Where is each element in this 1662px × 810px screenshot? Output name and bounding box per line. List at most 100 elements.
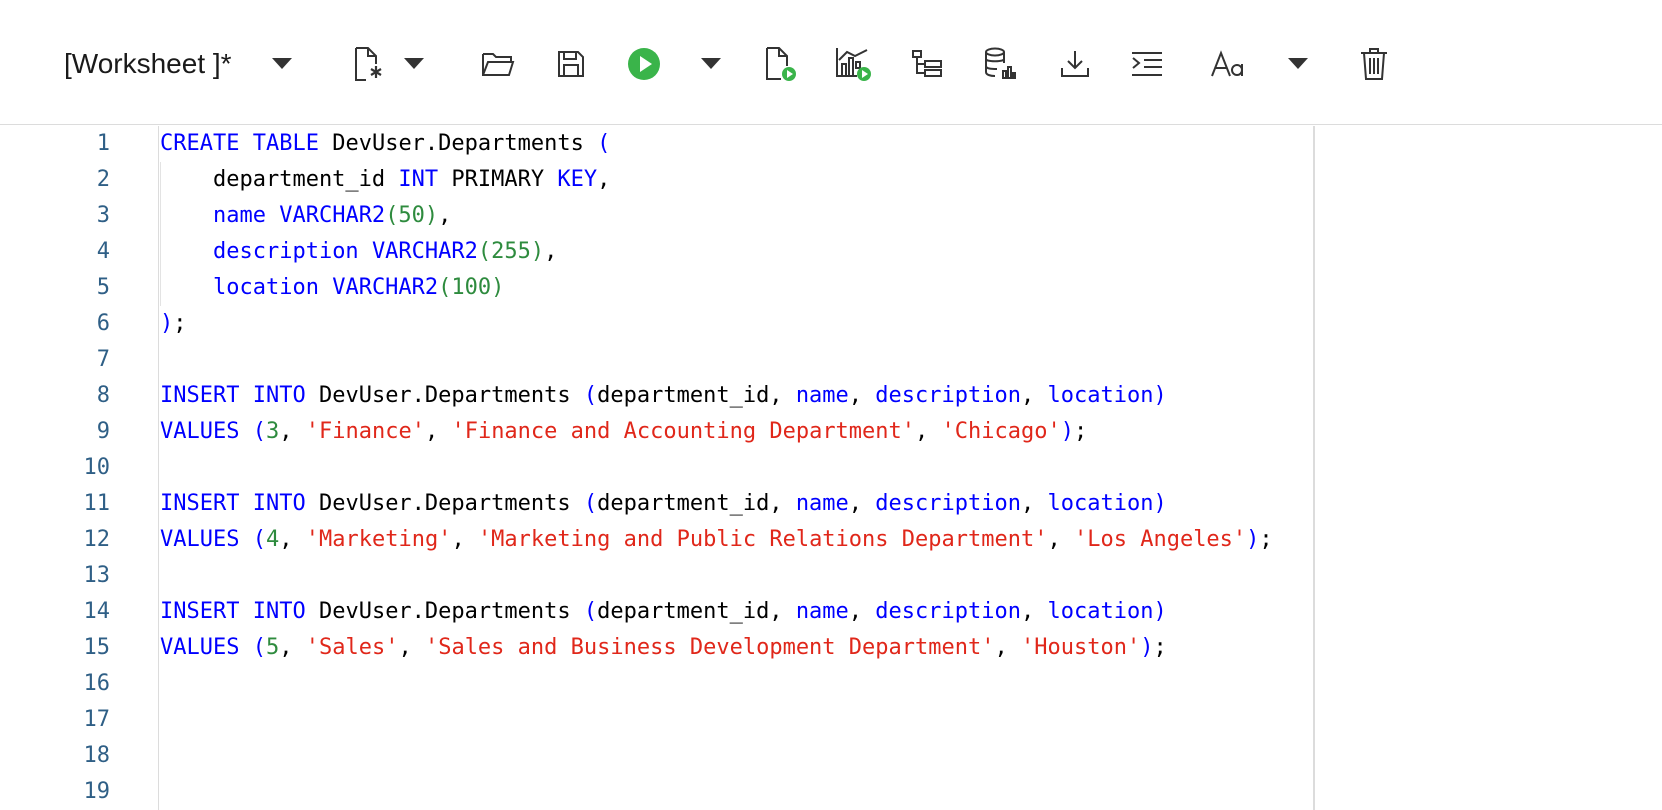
code-token: , — [848, 383, 876, 408]
line-number: 6 — [96, 311, 110, 336]
code-token: ; — [1153, 635, 1167, 660]
line-number: 17 — [83, 707, 111, 732]
trash-icon — [1361, 48, 1387, 80]
code-token: department_id, — [597, 383, 796, 408]
code-token: 'Finance and Accounting Department' — [451, 419, 916, 444]
new-file-icon — [355, 47, 382, 81]
code-token: 'Marketing' — [305, 527, 452, 552]
code-line: location VARCHAR2(100) — [160, 270, 504, 306]
save-button[interactable] — [547, 40, 595, 88]
autotrace-button[interactable] — [830, 40, 878, 88]
code-token: description — [875, 491, 1021, 516]
code-token: INTO — [252, 491, 306, 516]
code-token: ) — [1153, 491, 1167, 516]
run-script-button[interactable] — [756, 40, 804, 88]
download-button[interactable] — [1051, 40, 1099, 88]
code-token: 'Finance' — [305, 419, 425, 444]
code-token: , — [424, 419, 452, 444]
database-stats-button[interactable] — [976, 40, 1024, 88]
code-token: ) — [1153, 599, 1167, 624]
code-line: VALUES (5, 'Sales', 'Sales and Business … — [160, 630, 1167, 666]
line-number: 8 — [96, 383, 110, 408]
code-token: VALUES — [160, 527, 240, 552]
code-token: department_id, — [597, 491, 796, 516]
code-token: ( — [252, 527, 266, 552]
code-token: , — [597, 167, 611, 192]
code-token: location — [1047, 491, 1154, 516]
code-token: VARCHAR2 — [332, 275, 439, 300]
chevron-down-icon — [272, 58, 292, 69]
line-number: 19 — [83, 779, 111, 804]
line-number-gutter: 1 2 3 4 5 6 7 8 9 10 11 12 13 14 15 16 17 18 19 — [0, 126, 159, 810]
open-button[interactable] — [474, 40, 522, 88]
code-token: VALUES — [160, 635, 240, 660]
download-icon — [1061, 51, 1089, 77]
code-token: INSERT — [160, 383, 240, 408]
line-number: 18 — [83, 743, 111, 768]
font-size-dropdown-button[interactable] — [1284, 40, 1312, 88]
code-token: INSERT — [160, 491, 240, 516]
code-token: , — [398, 635, 425, 660]
line-number: 16 — [83, 671, 111, 696]
code-token: INTO — [252, 599, 306, 624]
code-token: description — [875, 599, 1021, 624]
code-line: ); — [160, 306, 187, 342]
code-token: ) — [1140, 635, 1154, 660]
code-token: ( — [252, 635, 266, 660]
code-token: , — [848, 599, 876, 624]
code-token: ) — [1060, 419, 1075, 444]
code-token: , — [279, 635, 306, 660]
line-number: 10 — [83, 455, 111, 480]
new-worksheet-dropdown-button[interactable] — [400, 40, 428, 88]
line-number: 7 — [96, 347, 110, 372]
code-line: department_id INT PRIMARY KEY, — [160, 162, 610, 198]
line-number: 5 — [96, 275, 110, 300]
line-number: 11 — [83, 491, 111, 516]
format-button[interactable] — [1123, 40, 1171, 88]
code-token: name — [795, 599, 849, 624]
code-token: ( — [597, 131, 611, 156]
print-margin-line — [1313, 126, 1315, 810]
play-icon — [628, 48, 660, 80]
code-token: INSERT — [160, 599, 240, 624]
save-icon — [558, 51, 584, 77]
code-line: name VARCHAR2(50), — [160, 198, 451, 234]
code-token: location — [1047, 383, 1154, 408]
code-token: 'Marketing and Public Relations Departme… — [477, 527, 1048, 552]
worksheet-menu-button[interactable] — [268, 40, 296, 88]
explain-plan-button[interactable] — [903, 40, 951, 88]
code-token: , — [1021, 491, 1048, 516]
code-token: department_id — [160, 167, 399, 192]
code-token: , — [915, 419, 942, 444]
line-number: 9 — [96, 419, 110, 444]
worksheet-toolbar: [Worksheet ]* — [0, 0, 1662, 125]
code-token: ( — [583, 491, 598, 516]
chevron-down-icon — [701, 58, 721, 69]
code-token: VARCHAR2 — [371, 239, 478, 264]
code-token: PRIMARY — [438, 167, 558, 192]
code-token: , — [1021, 599, 1048, 624]
line-number: 13 — [83, 563, 111, 588]
run-dropdown-button[interactable] — [697, 40, 725, 88]
code-token: , — [279, 527, 306, 552]
code-token: DevUser.Departments — [305, 491, 584, 516]
run-statement-button[interactable] — [620, 40, 668, 88]
sql-editor[interactable]: 1 2 3 4 5 6 7 8 9 10 11 12 13 14 15 16 17 18 19 CREATE TAB… — [0, 126, 1662, 810]
code-token: 5 — [265, 635, 280, 660]
code-token: VARCHAR2 — [279, 203, 386, 228]
code-token: , — [438, 203, 452, 228]
code-token: location — [1047, 599, 1154, 624]
code-token: , — [544, 239, 558, 264]
new-worksheet-button[interactable] — [345, 40, 393, 88]
clear-button[interactable] — [1350, 40, 1398, 88]
code-token: name — [212, 203, 266, 228]
font-size-button[interactable] — [1204, 40, 1252, 88]
code-token: 'Houston' — [1021, 635, 1141, 660]
code-token: name — [795, 383, 849, 408]
